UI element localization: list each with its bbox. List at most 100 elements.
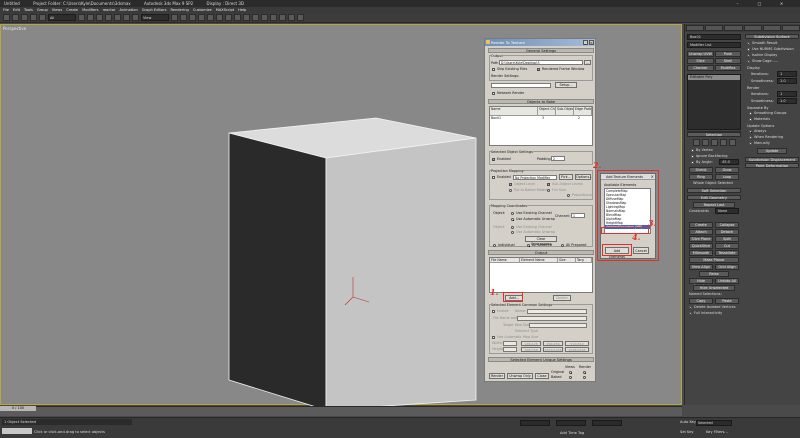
unhide-all-button[interactable]: Unhide All [715, 278, 739, 284]
add-time-tag[interactable]: Add Time Tag [560, 431, 584, 435]
stack-item-editable-poly[interactable]: Editable Poly [688, 75, 740, 80]
selection-filter[interactable]: All [48, 14, 76, 21]
hide-unselected-button[interactable]: Hide Unselected [693, 285, 735, 291]
render-baked-radio[interactable] [583, 376, 586, 379]
full-size-radio[interactable] [547, 189, 550, 192]
render-setup-icon[interactable] [288, 14, 295, 21]
skip-existing-checkbox[interactable] [492, 68, 495, 71]
full-interactivity-checkbox[interactable] [689, 311, 692, 316]
padding-spinner[interactable]: 2 [551, 156, 565, 161]
by-vertex-checkbox[interactable] [691, 149, 694, 152]
update-button[interactable]: Update [757, 148, 787, 154]
unlink-icon[interactable] [30, 14, 37, 21]
rollout-paint-deformation[interactable]: Paint Deformation [745, 163, 799, 168]
curve-editor-icon[interactable] [261, 14, 268, 21]
cut-button[interactable]: Cut [715, 243, 739, 249]
ring-button[interactable]: Ring [689, 174, 713, 180]
pick-button[interactable]: Pick... [559, 174, 573, 180]
col-target[interactable]: Targ [576, 258, 592, 262]
minimize-icon[interactable]: – [734, 1, 741, 6]
snap-icon[interactable] [189, 14, 196, 21]
modifier-stack[interactable]: Editable Poly [687, 74, 741, 130]
show-cage-checkbox[interactable] [747, 59, 750, 64]
iterations-spinner[interactable]: 1 [777, 71, 797, 77]
views-original-radio[interactable] [569, 371, 572, 374]
size-preset-1024[interactable]: 1024x1024 [543, 347, 563, 352]
utilities-tab-icon[interactable] [781, 25, 800, 31]
setup-button[interactable]: Setup... [555, 82, 577, 88]
maxscript-listener[interactable] [2, 428, 32, 434]
col-object-channel[interactable]: Object Channel [538, 107, 556, 115]
bind-icon[interactable] [39, 14, 46, 21]
smoothness-spinner[interactable]: 1.0 [777, 78, 797, 84]
col-sub-object-channel[interactable]: Sub-Object Channel [556, 107, 574, 115]
options-button[interactable]: Options... [575, 174, 592, 180]
sub-use-existing-radio[interactable] [511, 226, 514, 229]
channel-spinner[interactable]: 1 [571, 213, 585, 218]
select-by-name-icon[interactable] [87, 14, 94, 21]
redo-icon[interactable] [12, 14, 19, 21]
link-icon[interactable] [21, 14, 28, 21]
objects-to-bake-list[interactable]: Name Object Channel Sub-Object Channel E… [489, 106, 593, 146]
use-nurms-checkbox[interactable] [747, 48, 750, 51]
set-key-label[interactable]: Set Key [680, 430, 694, 434]
views-baked-radio[interactable] [569, 376, 572, 379]
all-prepared-radio[interactable] [561, 244, 564, 247]
close-icon[interactable]: × [589, 40, 594, 45]
delete-isolated-checkbox[interactable] [689, 305, 692, 310]
col-file-name[interactable]: File Name [490, 258, 520, 262]
rollout-edit-geometry[interactable]: Edit Geometry [687, 195, 741, 200]
select-icon[interactable] [78, 14, 85, 21]
unwrap-only-button[interactable]: Unwrap Only [507, 373, 533, 379]
sub-object-levels-checkbox[interactable] [547, 182, 550, 187]
checker-button[interactable]: Checker [687, 65, 714, 71]
col-edge-padding[interactable]: Edge Padding [574, 107, 592, 115]
spinner-snap-icon[interactable] [216, 14, 223, 21]
modifier-list-dropdown[interactable]: Modifier List [687, 42, 741, 48]
size-preset-128[interactable]: 128x128 [521, 341, 541, 346]
relax-button[interactable]: Relax [699, 271, 729, 277]
minimize-icon[interactable]: _ [583, 40, 588, 45]
align-icon[interactable] [243, 14, 250, 21]
modify-tab-icon[interactable] [705, 25, 724, 31]
objects-to-bake-rollout[interactable]: Objects to Bake [488, 99, 594, 104]
polygon-icon[interactable] [720, 139, 727, 146]
view-align-button[interactable]: View Align [689, 264, 713, 270]
collapse-button[interactable]: Collapse [715, 222, 739, 228]
render-iterations-spinner[interactable]: 1 [777, 91, 797, 97]
materials-checkbox[interactable] [749, 118, 752, 121]
rotate-icon[interactable] [123, 14, 130, 21]
copy-button[interactable]: Copy [689, 298, 713, 304]
slice-plane-button[interactable]: Slice Plane [689, 236, 713, 242]
ignore-backfacing-checkbox[interactable] [691, 155, 694, 158]
smoothing-groups-checkbox[interactable] [749, 112, 752, 115]
object-name-field[interactable]: Box01 [687, 34, 741, 40]
path-field[interactable]: D:\Users\Kyle\Desktop\3 [499, 60, 583, 65]
all-selected-radio[interactable] [527, 244, 530, 247]
quickslice-button[interactable]: QuickSlice [689, 243, 713, 249]
close-button[interactable]: Close [535, 373, 549, 379]
attach-button[interactable]: Attach [689, 229, 713, 235]
paste-button[interactable]: Paste [715, 298, 739, 304]
create-tab-icon[interactable] [686, 25, 705, 31]
smooth-result-checkbox[interactable] [747, 41, 750, 46]
move-icon[interactable] [114, 14, 121, 21]
use-automatic-unwrap-radio[interactable] [511, 218, 514, 221]
unwrap-uvw-button[interactable]: Unwrap UVW [687, 51, 714, 57]
undo-icon[interactable] [3, 14, 10, 21]
layer-icon[interactable] [252, 14, 259, 21]
render-original-radio[interactable] [583, 371, 586, 374]
angle-snap-icon[interactable] [198, 14, 205, 21]
file-name-type-field[interactable] [517, 316, 587, 321]
window-crossing-icon[interactable] [105, 14, 112, 21]
rendered-frame-window-checkbox[interactable] [537, 67, 540, 72]
object-level-checkbox[interactable] [509, 182, 512, 187]
network-render-checkbox[interactable] [492, 92, 495, 95]
render-button[interactable]: Render [489, 373, 505, 379]
scale-icon[interactable] [132, 14, 139, 21]
render-smoothness-spinner[interactable]: 1.0 [777, 98, 797, 104]
height-spinner[interactable] [503, 347, 517, 352]
enabled-checkbox[interactable] [492, 157, 495, 162]
display-tab-icon[interactable] [762, 25, 781, 31]
isoline-display-checkbox[interactable] [747, 53, 750, 58]
